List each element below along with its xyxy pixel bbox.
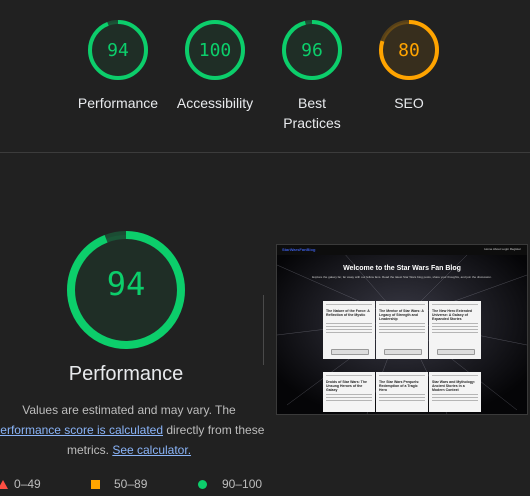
performance-ring: 94 [67,231,185,349]
performance-note: Values are estimated and may vary. The p… [0,400,268,460]
blog-card: The Nature of the Force: A Reflection of… [323,301,375,359]
gauge-score: 80 [398,40,420,61]
site-heading: Welcome to the Star Wars Fan Blog [343,265,461,272]
gauge-score: 96 [301,40,323,61]
card-title: Star Wars and Mythology: Ancient Stories… [432,380,476,392]
site-subtitle: Explore the galaxy far, far away with ou… [312,275,492,279]
square-icon [91,480,100,489]
see-calculator-link[interactable]: See calculator. [112,443,191,457]
circle-icon [198,480,207,489]
blog-card: The Mentor of Star Wars: A Legacy of Str… [376,301,428,359]
blog-card: Star Wars and Mythology: Ancient Stories… [429,372,481,412]
final-screenshot[interactable]: StarWarsFanBlog Home About Login Registe… [276,244,528,415]
site-brand: StarWarsFanBlog [282,247,316,252]
legend-range: 0–49 [14,477,41,491]
read-more-button [331,349,369,355]
gauge-label: SEO [394,95,424,111]
gauge-ring: 100 [185,20,245,80]
performance-score: 94 [107,265,146,303]
performance-gauge: 94 [64,228,188,357]
card-title: The Nature of the Force: A Reflection of… [326,309,370,317]
gauge-ring: 96 [282,20,342,80]
read-more-button [437,349,475,355]
gauge-ring: 80 [379,20,439,80]
gauge-label: Best Practices [283,95,341,131]
gauge-label: Performance [77,95,159,111]
site-nav-links: Home About Login Register [484,247,521,251]
read-more-button [384,349,422,355]
triangle-icon [0,480,8,489]
blog-card: Droids of Star Wars: The Unsung Heroes o… [323,372,375,412]
gauge-ring: 94 [88,20,148,80]
category-summary: 94 Performance 100 Accessibility 96 Best… [0,0,530,152]
gauge-score: 100 [199,40,232,61]
gauge-best-practices[interactable]: 96 Best Practices [267,18,357,133]
note-text: Values are estimated and may vary. The [22,403,236,417]
blog-card: The New Hero Extended Universe: A Galaxy… [429,301,481,359]
card-title: The New Hero Extended Universe: A Galaxy… [432,309,473,321]
gauge-performance[interactable]: 94 Performance [73,18,163,113]
performance-title: Performance [68,363,184,385]
gauge-seo[interactable]: 80 SEO [364,18,454,113]
card-title: The Mentor of Star Wars: A Legacy of Str… [379,309,424,321]
score-calculation-link[interactable]: performance score is calculated [0,423,163,437]
section-divider [0,152,530,153]
legend-range: 90–100 [222,477,263,491]
gauge-label: Accessibility [176,95,254,111]
gauge-accessibility[interactable]: 100 Accessibility [170,18,260,113]
gauge-score: 94 [107,40,129,61]
card-title: Droids of Star Wars: The Unsung Heroes o… [326,380,367,392]
card-title: The Star Wars Prequels: Redemption of a … [379,380,420,392]
blog-card: The Star Wars Prequels: Redemption of a … [376,372,428,412]
vertical-divider [263,295,264,365]
site-navbar: StarWarsFanBlog Home About Login Registe… [277,245,527,255]
legend-range: 50–89 [114,477,148,491]
